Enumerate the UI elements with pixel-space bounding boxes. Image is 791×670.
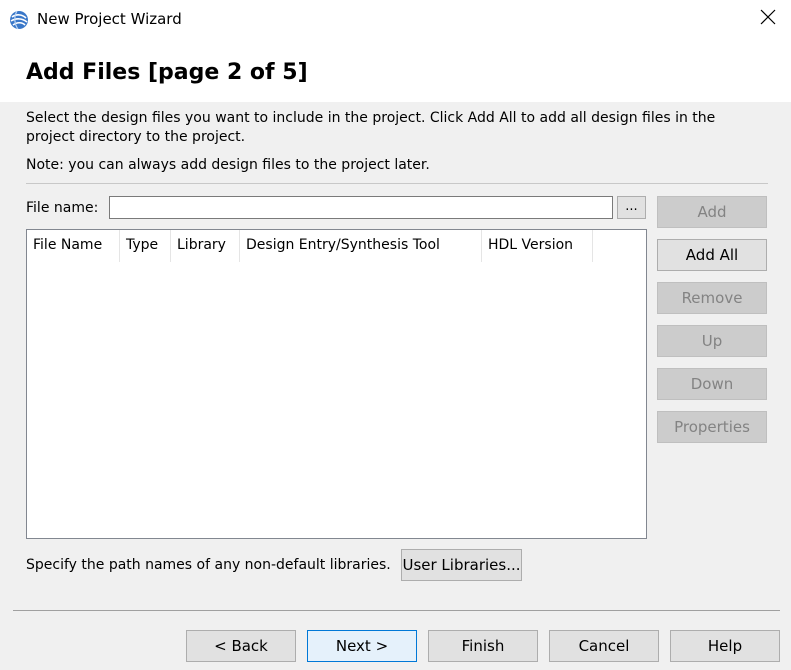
close-icon: [760, 9, 776, 29]
footer-divider: [13, 610, 780, 611]
divider: [26, 183, 768, 184]
file-name-input[interactable]: [109, 196, 613, 219]
add-button[interactable]: Add: [657, 196, 767, 228]
files-table[interactable]: File Name Type Library Design Entry/Synt…: [26, 229, 647, 539]
remove-button[interactable]: Remove: [657, 282, 767, 314]
title-bar: New Project Wizard: [0, 0, 791, 40]
libraries-label: Specify the path names of any non-defaul…: [26, 557, 391, 573]
next-button[interactable]: Next >: [307, 630, 417, 662]
column-header-design-entry-tool[interactable]: Design Entry/Synthesis Tool: [240, 230, 482, 262]
column-header-library[interactable]: Library: [171, 230, 240, 262]
column-header-hdl-version[interactable]: HDL Version: [482, 230, 593, 262]
properties-button[interactable]: Properties: [657, 411, 767, 443]
page-note: Note: you can always add design files to…: [26, 157, 430, 173]
file-name-label: File name:: [26, 200, 99, 216]
browse-button[interactable]: ...: [617, 196, 646, 219]
help-button[interactable]: Help: [670, 630, 780, 662]
page-title: Add Files [page 2 of 5]: [26, 60, 308, 85]
wizard-header: Add Files [page 2 of 5]: [0, 40, 791, 102]
user-libraries-button[interactable]: User Libraries...: [401, 549, 522, 581]
close-button[interactable]: [745, 0, 791, 38]
down-button[interactable]: Down: [657, 368, 767, 400]
add-all-button[interactable]: Add All: [657, 239, 767, 271]
up-button[interactable]: Up: [657, 325, 767, 357]
table-header: File Name Type Library Design Entry/Synt…: [27, 230, 593, 262]
page-description: Select the design files you want to incl…: [26, 110, 716, 145]
quartus-globe-icon: [7, 8, 31, 32]
cancel-button[interactable]: Cancel: [549, 630, 659, 662]
back-button[interactable]: < Back: [186, 630, 296, 662]
column-header-type[interactable]: Type: [120, 230, 171, 262]
finish-button[interactable]: Finish: [428, 630, 538, 662]
column-header-file-name[interactable]: File Name: [27, 230, 120, 262]
window-title: New Project Wizard: [37, 10, 182, 28]
new-project-wizard-window: New Project Wizard Add Files [page 2 of …: [0, 0, 791, 670]
